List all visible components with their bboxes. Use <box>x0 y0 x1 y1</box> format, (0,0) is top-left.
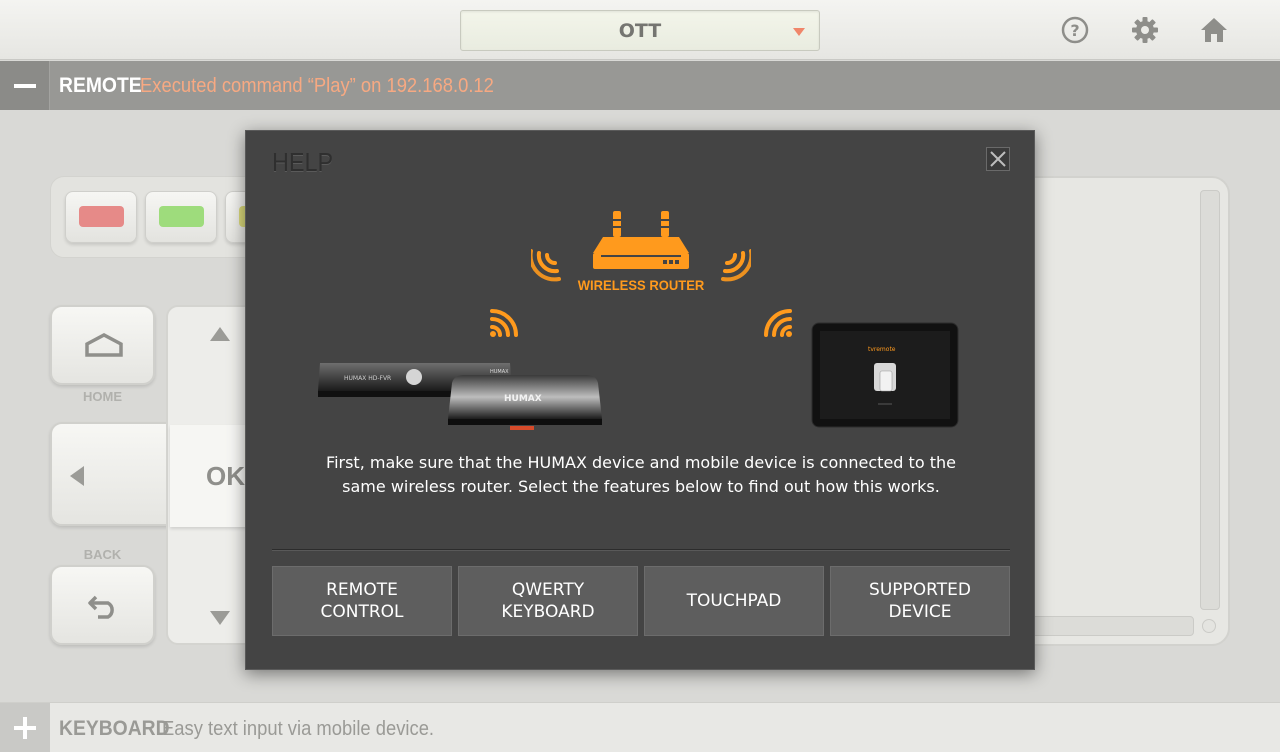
wifi-signal-icon <box>764 309 792 337</box>
device-select-value: OTT <box>618 20 662 42</box>
red-led <box>79 206 124 227</box>
help-dialog: HELP WIRELESS ROUTER HUMAX HD-FVR HUMAX … <box>245 130 1035 670</box>
help-icon[interactable]: ? <box>1059 14 1091 46</box>
set-top-box-brand-text: HUMAX <box>490 369 509 375</box>
direction-pad: OK <box>166 305 260 645</box>
set-top-box-model-text: HUMAX HD-FVR <box>344 375 391 382</box>
touchpad-corner-knob[interactable] <box>1202 619 1216 633</box>
device-select[interactable]: OTT <box>460 10 820 51</box>
back-arrow-icon <box>88 595 114 619</box>
settings-gear-icon[interactable] <box>1129 14 1161 46</box>
minus-icon <box>14 84 36 88</box>
keyboard-section-title: KEYBOARD <box>59 717 170 740</box>
wifi-signal-icon <box>490 309 518 337</box>
help-instructions-text: First, make sure that the HUMAX device a… <box>326 453 956 496</box>
media-box-brand-text: HUMAX <box>504 394 542 404</box>
supported-device-help-label: SUPPORTED DEVICE <box>869 580 971 622</box>
humax-set-top-box-illustration: HUMAX HD-FVR HUMAX HUMAX <box>318 363 602 430</box>
close-button[interactable] <box>986 147 1010 171</box>
green-led <box>159 206 204 227</box>
top-bar: OTT ? <box>0 0 1280 60</box>
ok-label: OK <box>206 461 245 491</box>
arrow-up-icon[interactable] <box>210 327 230 341</box>
left-arrow-button[interactable] <box>50 422 175 526</box>
chevron-down-icon <box>793 28 805 36</box>
tablet-illustration: tvremote <box>811 322 959 428</box>
collapse-remote-button[interactable] <box>0 61 50 110</box>
touchpad-help-label: TOUCHPAD <box>686 591 782 611</box>
help-dialog-title: HELP <box>272 147 334 177</box>
keyboard-section-bar: KEYBOARD Easy text input via mobile devi… <box>0 702 1280 752</box>
touchpad-horizontal-scroll[interactable] <box>1010 616 1194 636</box>
remote-section-bar: REMOTE Executed command “Play” on 192.16… <box>0 61 1280 110</box>
back-button[interactable] <box>50 565 155 645</box>
home-icon[interactable] <box>1198 14 1230 46</box>
arrow-down-icon[interactable] <box>210 611 230 625</box>
qwerty-keyboard-help-button[interactable]: QWERTY KEYBOARD <box>458 566 638 636</box>
touchpad-help-button[interactable]: TOUCHPAD <box>644 566 824 636</box>
dialog-divider <box>272 549 1010 550</box>
qwerty-keyboard-help-label: QWERTY KEYBOARD <box>501 580 595 622</box>
red-button[interactable] <box>65 191 137 243</box>
house-outline-icon <box>85 333 123 357</box>
remote-control-help-button[interactable]: REMOTE CONTROL <box>272 566 452 636</box>
home-button[interactable] <box>50 305 155 385</box>
remote-section-title: REMOTE <box>59 74 142 97</box>
tablet-app-name: tvremote <box>868 346 896 353</box>
close-icon <box>990 151 1006 167</box>
command-status-text: Executed command “Play” on 192.168.0.12 <box>140 75 494 97</box>
touchpad-vertical-scroll[interactable] <box>1200 190 1220 610</box>
green-button[interactable] <box>145 191 217 243</box>
back-caption: BACK <box>83 547 122 562</box>
wireless-router-label: WIRELESS ROUTER <box>577 277 705 293</box>
remote-control-help-label: REMOTE CONTROL <box>320 580 404 622</box>
svg-text:?: ? <box>1070 21 1079 40</box>
home-caption: HOME <box>83 389 122 404</box>
arrow-left-icon <box>70 466 84 486</box>
supported-device-help-button[interactable]: SUPPORTED DEVICE <box>830 566 1010 636</box>
keyboard-section-description: Easy text input via mobile device. <box>162 718 435 740</box>
expand-keyboard-button[interactable] <box>0 703 50 752</box>
